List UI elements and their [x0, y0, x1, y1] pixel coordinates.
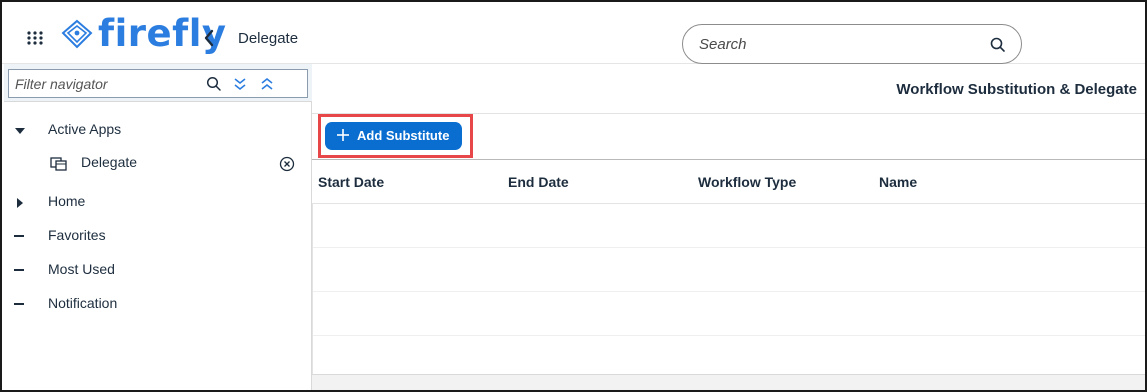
nav-label: Most Used — [48, 261, 115, 277]
shell-header: firefly Delegate — [2, 2, 1145, 64]
filter-navigator-input[interactable] — [15, 74, 185, 94]
table-header: Start Date End Date Workflow Type Name — [312, 161, 1145, 204]
caret-right-icon — [14, 196, 26, 208]
main-content: Workflow Substitution & Delegate Add Sub… — [312, 64, 1145, 390]
side-navigator: Active Apps Delegate Home Favorites Most… — [4, 64, 312, 390]
search-field[interactable] — [682, 24, 1022, 64]
plus-icon — [336, 128, 350, 142]
table-toolbar: Add Substitute — [312, 114, 1145, 160]
firefly-logo-icon — [60, 18, 94, 55]
nav-item-delegate[interactable]: Delegate — [4, 150, 310, 182]
collapse-all-icon[interactable] — [260, 76, 274, 92]
filter-toolbar — [4, 64, 312, 102]
table-body — [312, 204, 1145, 374]
nav-label: Delegate — [81, 154, 138, 170]
app-window: firefly Delegate Search Filter navigator… — [0, 0, 1147, 392]
nav-label: Home — [48, 193, 86, 209]
footer-bar — [312, 374, 1145, 390]
nav-group-notification[interactable]: Notification — [4, 290, 310, 320]
add-substitute-label: Add Substitute — [357, 128, 450, 143]
nav-group-favorites[interactable]: Favorites — [4, 222, 310, 252]
column-header-workflow-type[interactable]: Workflow Type — [698, 174, 796, 190]
apps-grid-icon[interactable] — [27, 31, 47, 45]
add-substitute-button[interactable]: Add Substitute — [325, 122, 462, 150]
search-input[interactable] — [699, 34, 959, 54]
app-window-icon — [50, 156, 68, 172]
nav-label: Notification — [48, 295, 118, 311]
collapsed-dash-icon — [14, 303, 24, 305]
column-header-end-date[interactable]: End Date — [508, 174, 569, 190]
column-header-name[interactable]: Name — [879, 174, 917, 190]
nav-group-home[interactable]: Home — [4, 188, 310, 218]
nav-group-active-apps[interactable]: Active Apps — [4, 116, 310, 146]
nav-group-most-used[interactable]: Most Used — [4, 256, 310, 286]
search-icon[interactable] — [989, 36, 1007, 54]
search-icon[interactable] — [206, 76, 222, 92]
app-title: Delegate — [238, 30, 299, 47]
nav-label: Active Apps — [48, 121, 122, 137]
table-row — [313, 248, 1145, 292]
brand-logo[interactable]: firefly — [60, 12, 226, 58]
close-circle-icon[interactable] — [279, 156, 295, 172]
column-header-start-date[interactable]: Start Date — [318, 174, 384, 190]
table-row — [313, 204, 1145, 248]
filter-navigator-field[interactable] — [8, 69, 308, 98]
expand-all-icon[interactable] — [233, 76, 247, 92]
collapsed-dash-icon — [14, 269, 24, 271]
chevron-left-icon[interactable] — [202, 28, 216, 48]
nav-label: Favorites — [48, 227, 106, 243]
caret-down-icon — [14, 124, 26, 136]
collapsed-dash-icon — [14, 235, 24, 237]
page-header: Workflow Substitution & Delegate — [312, 64, 1145, 114]
page-title: Workflow Substitution & Delegate — [896, 81, 1137, 98]
table-row — [313, 292, 1145, 336]
